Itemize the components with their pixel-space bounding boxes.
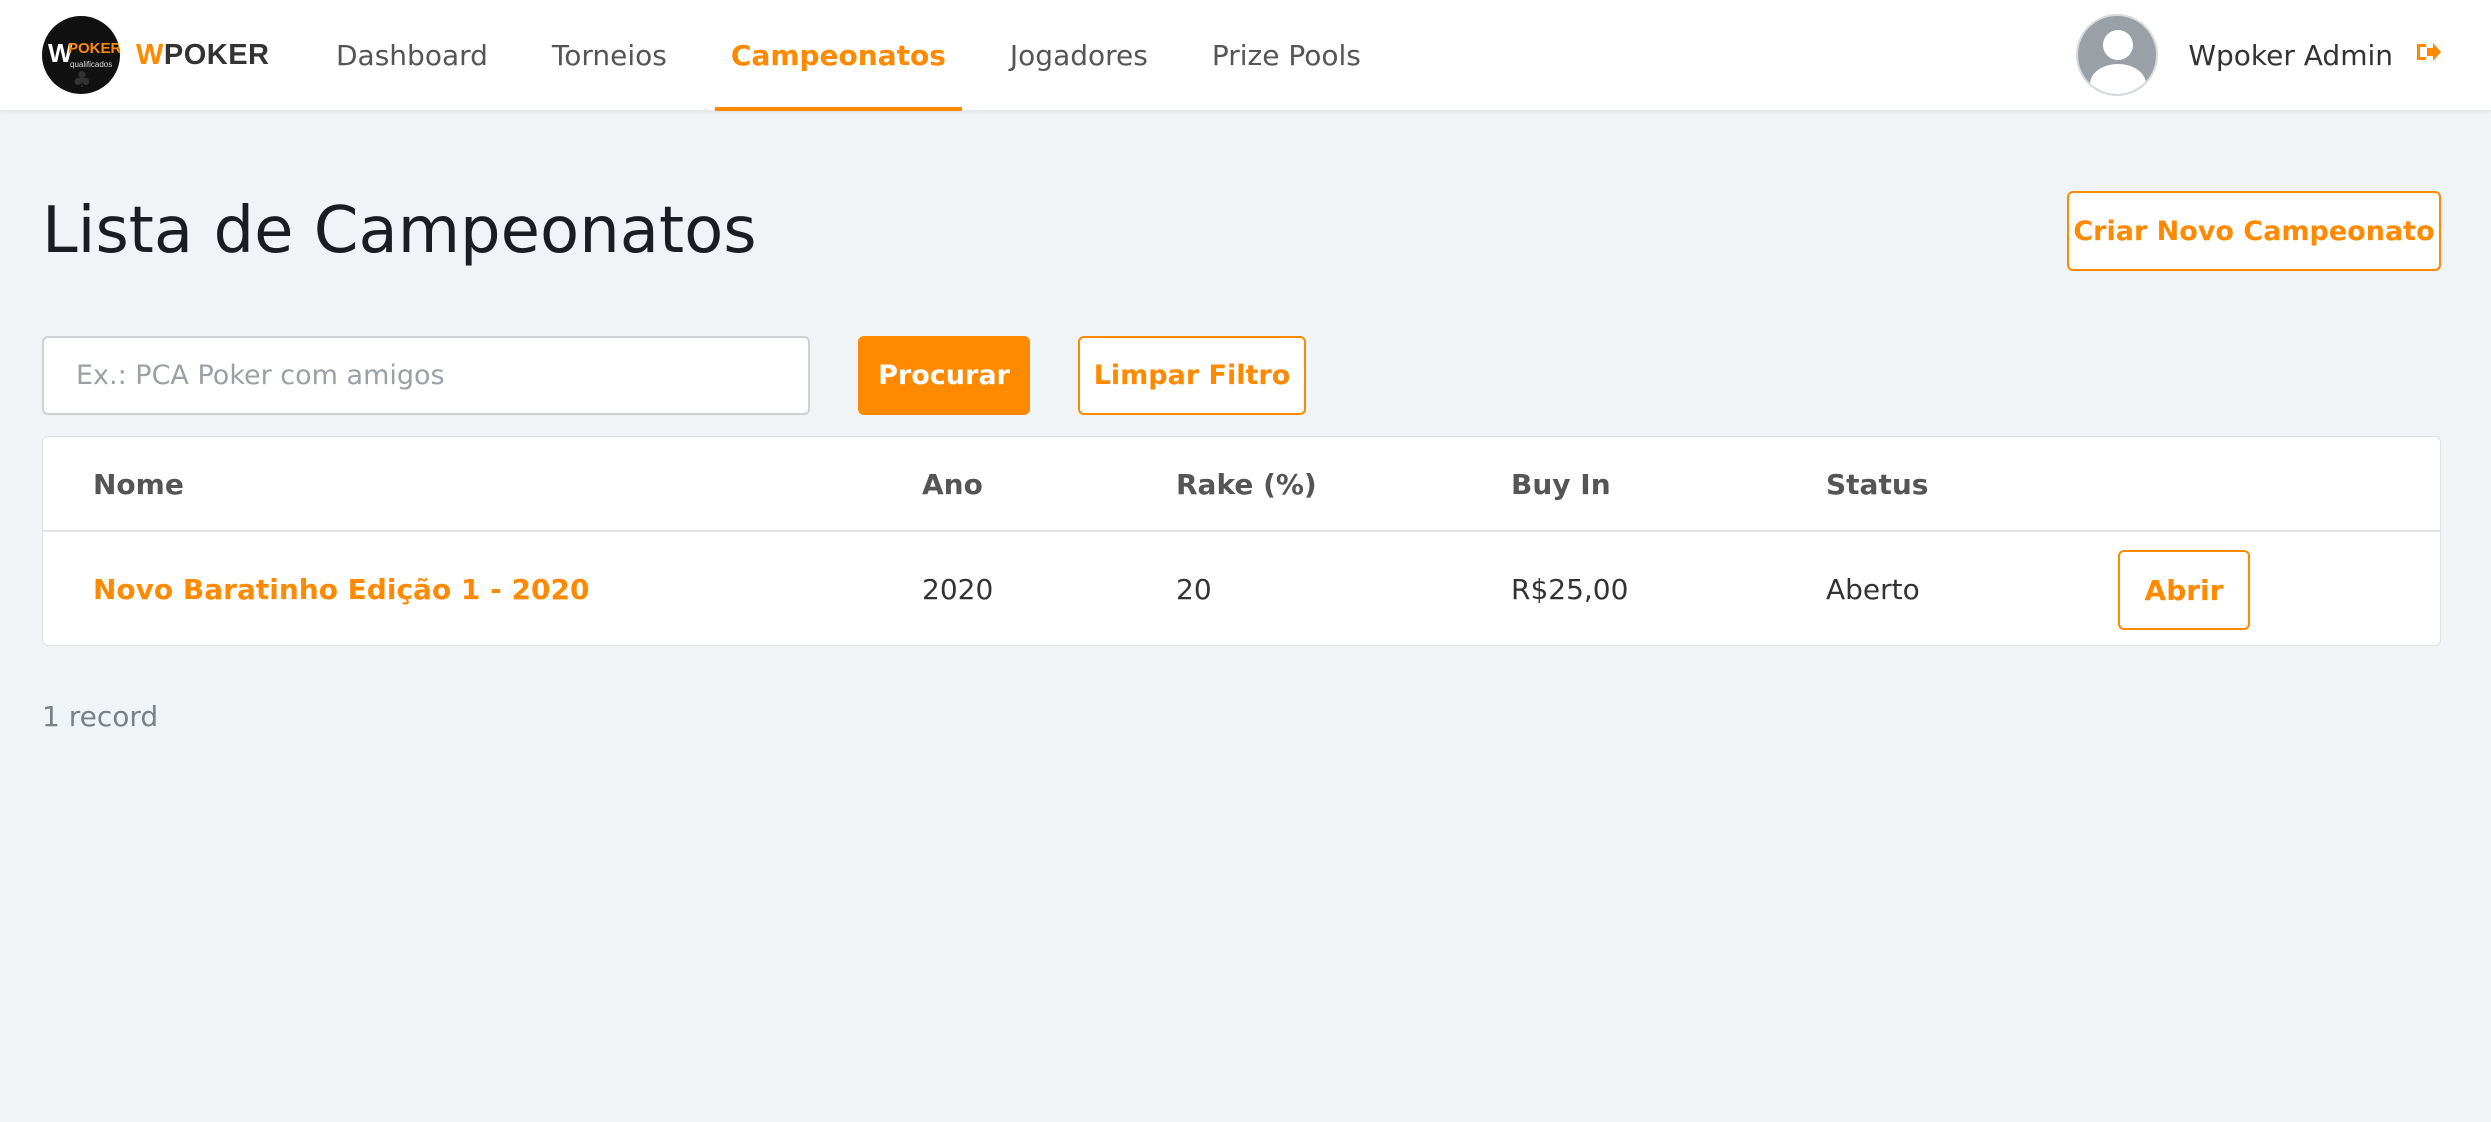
table-header: Nome Ano Rake (%) Buy In Status xyxy=(43,437,2440,532)
cell-rake: 20 xyxy=(1176,573,1212,606)
championship-name-link[interactable]: Novo Baratinho Edição 1 - 2020 xyxy=(93,533,589,646)
brand[interactable]: W POKER qualificados ♣ WPOKER xyxy=(42,16,270,94)
logout-icon[interactable] xyxy=(2415,40,2441,71)
user-name: Wpoker Admin xyxy=(2188,38,2393,72)
cell-status: Aberto xyxy=(1826,573,1920,606)
main-nav: Dashboard Torneios Campeonatos Jogadores… xyxy=(320,0,1409,111)
user-menu: Wpoker Admin xyxy=(2076,14,2441,96)
top-navbar: W POKER qualificados ♣ WPOKER Dashboard … xyxy=(0,0,2491,111)
column-header-buy-in[interactable]: Buy In xyxy=(1511,437,1611,532)
open-button[interactable]: Abrir xyxy=(2118,550,2250,630)
wpoker-logo: W POKER qualificados ♣ xyxy=(42,16,120,94)
championships-table: Nome Ano Rake (%) Buy In Status Novo Bar… xyxy=(42,436,2441,646)
column-header-ano[interactable]: Ano xyxy=(922,437,983,532)
brand-name: WPOKER xyxy=(136,38,270,71)
record-count: 1 record xyxy=(42,700,159,733)
table-row: Novo Baratinho Edição 1 - 2020 2020 20 R… xyxy=(43,533,2440,646)
nav-prize-pools[interactable]: Prize Pools xyxy=(1196,0,1377,111)
column-header-rake[interactable]: Rake (%) xyxy=(1176,437,1317,532)
create-championship-button[interactable]: Criar Novo Campeonato xyxy=(2067,191,2441,271)
page-title: Lista de Campeonatos xyxy=(42,194,757,268)
search-input[interactable] xyxy=(42,336,810,415)
nav-dashboard[interactable]: Dashboard xyxy=(320,0,504,111)
cell-buy-in: R$25,00 xyxy=(1511,573,1629,606)
column-header-status[interactable]: Status xyxy=(1826,437,1928,532)
nav-torneios[interactable]: Torneios xyxy=(536,0,683,111)
nav-jogadores[interactable]: Jogadores xyxy=(994,0,1164,111)
cell-ano: 2020 xyxy=(922,573,994,606)
nav-campeonatos[interactable]: Campeonatos xyxy=(714,0,962,111)
search-button[interactable]: Procurar xyxy=(858,336,1030,415)
clear-filter-button[interactable]: Limpar Filtro xyxy=(1078,336,1306,415)
user-avatar-icon[interactable] xyxy=(2076,14,2159,96)
column-header-nome[interactable]: Nome xyxy=(93,437,184,532)
